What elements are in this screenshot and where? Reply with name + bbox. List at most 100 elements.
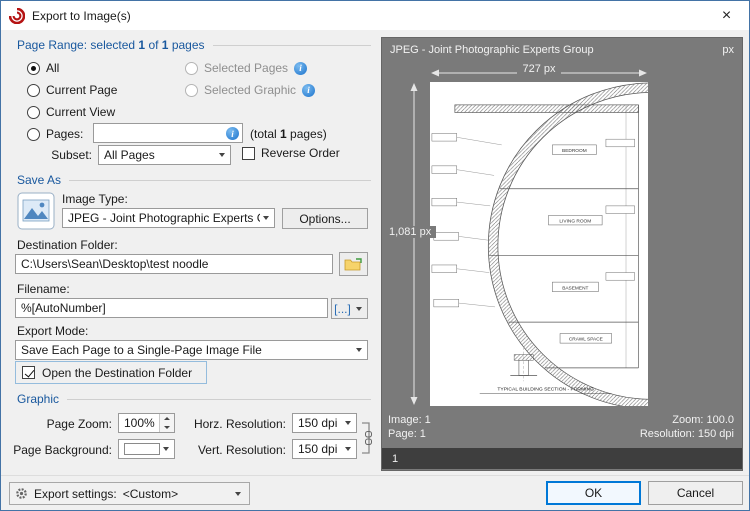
- image-type-value: JPEG - Joint Photographic Experts Group: [68, 211, 260, 225]
- section-divider: [212, 44, 371, 46]
- link-resolutions-icon[interactable]: [359, 415, 373, 461]
- page-zoom-value: 100%: [124, 416, 155, 430]
- chevron-down-icon: [163, 447, 169, 451]
- export-mode-select[interactable]: Save Each Page to a Single-Page Image Fi…: [15, 340, 368, 360]
- browse-destination-button[interactable]: [339, 252, 368, 276]
- svg-text:BEDROOM: BEDROOM: [562, 148, 587, 154]
- selected-graphic-info-icon[interactable]: [302, 83, 316, 97]
- thumbnail-strip[interactable]: 1: [382, 448, 742, 469]
- radio-current-page-label: Current Page: [46, 83, 118, 97]
- ruler-unit-label: px: [722, 44, 734, 56]
- macro-button[interactable]: [...]: [331, 298, 368, 319]
- pages-info-icon[interactable]: [226, 127, 239, 140]
- radio-current-view[interactable]: Current View: [27, 105, 115, 119]
- options-button-label: Options...: [299, 211, 351, 226]
- destination-folder-field[interactable]: [15, 254, 333, 274]
- color-swatch: [124, 443, 160, 455]
- resolution-status: Resolution: 150 dpi: [639, 428, 734, 440]
- spin-down-icon[interactable]: [160, 423, 174, 432]
- title-bar[interactable]: Export to Image(s) ×: [1, 1, 749, 30]
- folder-icon: [344, 257, 362, 270]
- gear-icon: [16, 488, 27, 499]
- filename-field[interactable]: [15, 298, 328, 318]
- image-type-label: Image Type:: [62, 192, 128, 206]
- svg-text:BASEMENT: BASEMENT: [562, 285, 588, 291]
- page-range-header-mid: of: [145, 38, 162, 52]
- selected-count: 1: [138, 38, 146, 52]
- radio-selected-pages-control[interactable]: [185, 61, 198, 75]
- chevron-down-icon: [345, 421, 351, 425]
- image-type-select[interactable]: JPEG - Joint Photographic Experts Group: [62, 208, 275, 228]
- radio-selected-graphic[interactable]: Selected Graphic: [185, 83, 316, 97]
- open-destination-folder-control[interactable]: [22, 366, 35, 379]
- export-to-images-dialog: Export to Image(s) × Page Range: selecte…: [0, 0, 750, 511]
- page-index-status: Page: 1: [388, 428, 426, 440]
- radio-selected-graphic-label: Selected Graphic: [204, 83, 297, 97]
- ok-button-label: OK: [584, 486, 603, 500]
- radio-selected-pages[interactable]: Selected Pages: [185, 61, 308, 75]
- radio-current-view-label: Current View: [46, 105, 116, 119]
- subset-select[interactable]: All Pages: [98, 145, 231, 165]
- width-dimension: 727 px: [430, 63, 648, 75]
- destination-folder-input[interactable]: [16, 255, 332, 273]
- radio-all-control[interactable]: [27, 61, 40, 75]
- export-mode-label: Export Mode:: [17, 324, 89, 338]
- horz-resolution-select[interactable]: 150 dpi: [292, 413, 357, 433]
- radio-current-view-control[interactable]: [27, 105, 40, 119]
- filename-input[interactable]: [16, 299, 327, 317]
- filename-label: Filename:: [17, 282, 70, 296]
- export-settings-value: <Custom>: [122, 486, 179, 501]
- graphic-header: Graphic: [17, 392, 371, 406]
- pages-range-field[interactable]: [93, 123, 243, 143]
- vert-resolution-select[interactable]: 150 dpi: [292, 439, 357, 459]
- radio-current-page[interactable]: Current Page: [27, 83, 117, 97]
- open-destination-folder-checkbox[interactable]: Open the Destination Folder: [15, 361, 207, 384]
- radio-pages-control[interactable]: [27, 127, 40, 141]
- height-dimension: 1,081 px: [384, 226, 437, 238]
- chevron-down-icon: [345, 447, 351, 451]
- options-button[interactable]: Options...: [282, 208, 368, 229]
- preview-page[interactable]: BEDROOM LIVING ROOM BASEMENT CRAWL SPACE…: [430, 82, 648, 406]
- chevron-down-icon: [219, 153, 225, 157]
- page-thumb-1[interactable]: 1: [392, 453, 398, 465]
- zoom-status: Zoom: 100.0: [672, 414, 734, 426]
- total-pages-count: 1: [280, 127, 287, 141]
- svg-text:LIVING ROOM: LIVING ROOM: [559, 219, 591, 225]
- subset-label: Subset:: [51, 148, 92, 162]
- page-background-color-select[interactable]: [118, 439, 175, 459]
- close-icon[interactable]: ×: [704, 1, 749, 30]
- horz-resolution-label: Horz. Resolution:: [193, 417, 286, 431]
- image-index-status: Image: 1: [388, 414, 431, 426]
- page-zoom-spin-buttons: [159, 414, 174, 432]
- selected-pages-info-icon[interactable]: [294, 61, 308, 75]
- reverse-order-checkbox-control[interactable]: [242, 146, 255, 160]
- cancel-button[interactable]: Cancel: [648, 481, 743, 505]
- reverse-order-label: Reverse Order: [261, 146, 340, 160]
- chevron-down-icon: [356, 348, 362, 352]
- vert-resolution-label: Vert. Resolution:: [197, 443, 286, 457]
- pages-range-input[interactable]: [94, 124, 242, 142]
- page-background-label: Page Background:: [13, 443, 112, 457]
- export-settings-button[interactable]: Export settings: <Custom>: [9, 482, 250, 505]
- page-zoom-stepper[interactable]: 100%: [118, 413, 175, 433]
- svg-text:TYPICAL BUILDING SECTION - FOR: TYPICAL BUILDING SECTION - FORMING: [497, 387, 594, 393]
- width-dimension-label: 727 px: [517, 63, 561, 75]
- radio-all[interactable]: All: [27, 61, 59, 75]
- export-settings-label: Export settings:: [34, 486, 117, 501]
- radio-selected-graphic-control[interactable]: [185, 83, 198, 97]
- spin-up-icon[interactable]: [160, 414, 174, 423]
- radio-pages-label: Pages:: [46, 127, 84, 141]
- page-zoom-label: Page Zoom:: [46, 417, 112, 431]
- preview-panel: JPEG - Joint Photographic Experts Group …: [381, 37, 743, 471]
- page-range-header-text: Page Range: selected: [17, 38, 139, 52]
- chevron-down-icon: [263, 216, 269, 220]
- open-destination-folder-label: Open the Destination Folder: [42, 365, 193, 380]
- total-pages-text: (total 1 pages): [250, 127, 327, 141]
- ok-button[interactable]: OK: [546, 481, 641, 505]
- total-count: 1: [161, 38, 169, 52]
- chevron-down-icon: [355, 306, 362, 311]
- total-pages-pre: (total: [250, 127, 281, 141]
- reverse-order-checkbox[interactable]: Reverse Order: [242, 146, 340, 160]
- radio-current-page-control[interactable]: [27, 83, 40, 97]
- radio-pages[interactable]: Pages:: [27, 127, 83, 141]
